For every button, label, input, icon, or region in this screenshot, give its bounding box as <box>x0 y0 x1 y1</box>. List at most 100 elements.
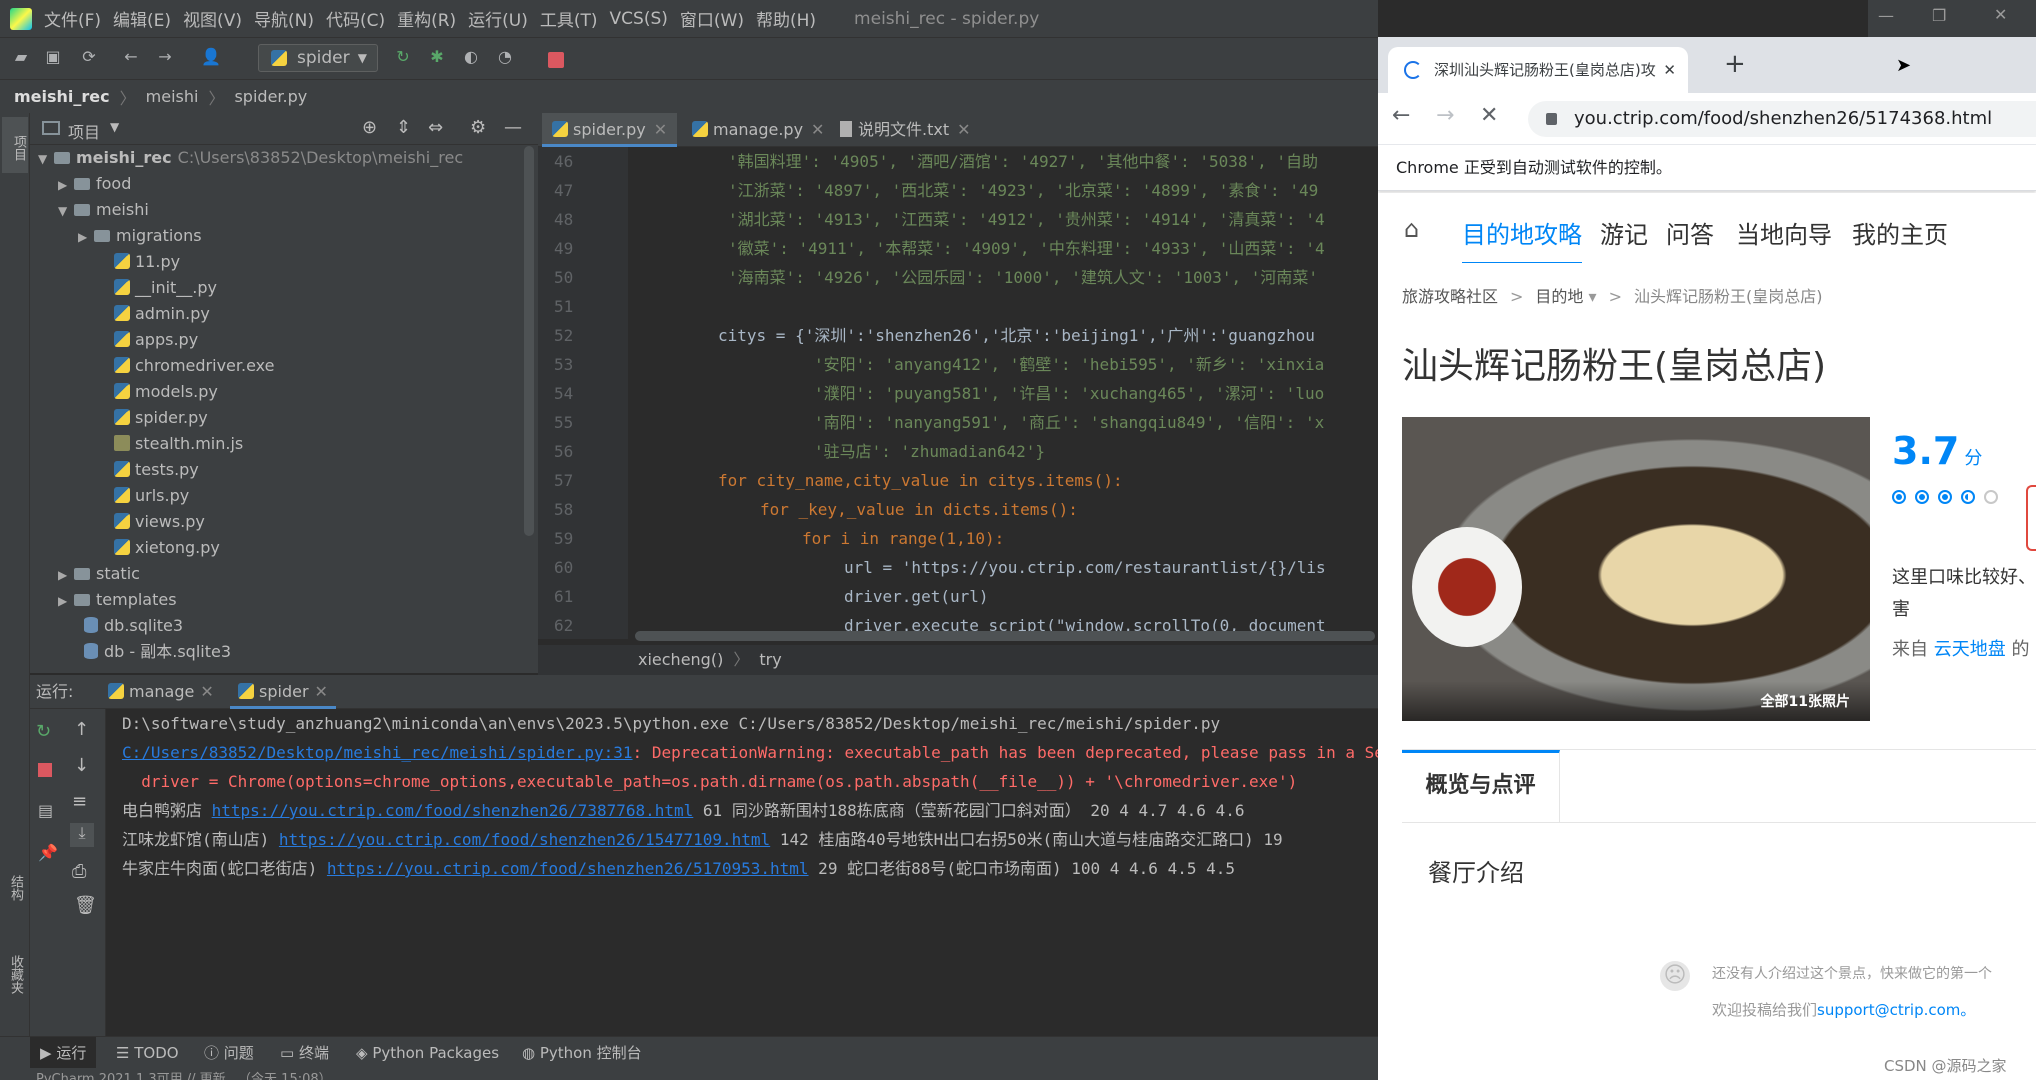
project-view-selector[interactable]: 项目 <box>68 119 100 143</box>
tab-readme-txt[interactable]: 说明文件.txt ✕ <box>830 113 981 147</box>
nav-crumb-package[interactable]: meishi <box>146 87 199 106</box>
run-configuration-select[interactable]: spider ▼ <box>258 44 378 72</box>
breadcrumb-destination[interactable]: 目的地 <box>1535 287 1583 306</box>
scroll-to-end-icon[interactable]: ⤓ <box>70 823 94 847</box>
menu-edit[interactable]: 编辑(E) <box>113 6 171 31</box>
close-icon[interactable]: ✕ <box>200 682 213 701</box>
menu-run[interactable]: 运行(U) <box>468 6 528 31</box>
tool-tab-todo[interactable]: ☰ TODO <box>116 1037 179 1069</box>
code-crumb-block[interactable]: try <box>759 650 781 669</box>
run-console-output[interactable]: D:\software\study_anzhuang2\miniconda\an… <box>106 709 1378 1036</box>
tree-item-food[interactable]: ▶ food <box>58 171 131 197</box>
menu-tools[interactable]: 工具(T) <box>540 6 598 31</box>
open-folder-icon[interactable]: ▰ <box>10 46 32 68</box>
rerun-icon[interactable]: ↻ <box>36 721 51 742</box>
restore-icon[interactable]: ❐ <box>1932 6 1946 25</box>
close-icon[interactable]: ✕ <box>1663 47 1676 93</box>
code-editor[interactable]: '韩国料理': '4905', '酒吧/酒馆': '4927', '其他中餐':… <box>628 147 1378 639</box>
forward-icon[interactable]: → <box>154 46 176 68</box>
console-url-link[interactable]: https://you.ctrip.com/food/shenzhen26/73… <box>212 801 694 820</box>
nav-travel-notes[interactable]: 游记 <box>1600 215 1648 250</box>
tree-item-file[interactable]: xietong.py <box>114 535 220 561</box>
side-widget[interactable] <box>2026 485 2036 551</box>
back-icon[interactable]: ← <box>1392 103 1410 128</box>
menu-file[interactable]: 文件(F) <box>44 6 101 31</box>
close-icon[interactable]: ✕ <box>957 120 970 139</box>
tab-overview-reviews[interactable]: 概览与点评 <box>1402 750 1560 822</box>
restaurant-photo[interactable]: 全部11张照片 <box>1402 417 1870 721</box>
menu-code[interactable]: 代码(C) <box>326 6 385 31</box>
pin-icon[interactable]: 📌 <box>38 843 58 862</box>
nav-destination-guide[interactable]: 目的地攻略 <box>1462 215 1582 265</box>
tool-tab-python-packages[interactable]: ◈ Python Packages <box>356 1037 499 1069</box>
project-tool-button[interactable]: 项目 <box>2 117 28 173</box>
gear-icon[interactable]: ⚙ <box>470 117 486 138</box>
tree-item-templates[interactable]: ▶ templates <box>58 587 177 613</box>
menu-navigate[interactable]: 导航(N) <box>254 6 314 31</box>
tool-tab-python-console[interactable]: ◍ Python 控制台 <box>522 1037 642 1069</box>
tree-item-file[interactable]: urls.py <box>114 483 189 509</box>
email-link[interactable]: support@ctrip.com。 <box>1817 1001 1975 1019</box>
tree-item-static[interactable]: ▶ static <box>58 561 140 587</box>
menu-window[interactable]: 窗口(W) <box>680 6 744 31</box>
forward-icon[interactable]: → <box>1436 103 1454 128</box>
minimize-icon[interactable]: — <box>1878 6 1894 25</box>
save-icon[interactable]: ▣ <box>42 46 64 68</box>
profile-icon[interactable]: ◔ <box>494 46 516 68</box>
debug-icon[interactable]: ✱ <box>426 46 448 68</box>
stop-icon[interactable] <box>38 763 52 777</box>
console-file-link[interactable]: C:/Users/83852/Desktop/meishi_rec/meishi… <box>122 743 633 762</box>
tool-tab-problems[interactable]: ⓘ 问题 <box>204 1037 254 1069</box>
tree-item-migrations[interactable]: ▶ migrations <box>78 223 202 249</box>
structure-tool-button[interactable]: 结构 <box>6 875 25 901</box>
home-icon[interactable]: ⌂ <box>1404 215 1419 243</box>
tool-tab-run[interactable]: ▶ 运行 <box>30 1037 97 1069</box>
menu-view[interactable]: 视图(V) <box>183 6 242 31</box>
tree-item-file[interactable]: apps.py <box>114 327 198 353</box>
close-icon[interactable]: ✕ <box>315 682 328 701</box>
expand-all-icon[interactable]: ⇕ <box>396 117 411 138</box>
tree-item-file[interactable]: stealth.min.js <box>114 431 243 457</box>
breadcrumb-community[interactable]: 旅游攻略社区 <box>1402 287 1498 306</box>
project-tree-scrollbar[interactable] <box>524 146 534 536</box>
tree-item-file[interactable]: spider.py <box>114 405 208 431</box>
tree-item-file[interactable]: db.sqlite3 <box>84 613 183 639</box>
console-url-link[interactable]: https://you.ctrip.com/food/shenzhen26/51… <box>327 859 809 878</box>
user-icon[interactable]: 👤 <box>200 46 222 68</box>
editor-horizontal-scrollbar[interactable] <box>635 631 1375 641</box>
scroll-down-icon[interactable]: ↓ <box>74 755 89 776</box>
nav-local-guide[interactable]: 当地向导 <box>1736 215 1832 250</box>
trash-icon[interactable]: 🗑 <box>74 895 97 916</box>
tree-item-file[interactable]: admin.py <box>114 301 210 327</box>
menu-refactor[interactable]: 重构(R) <box>397 6 456 31</box>
nav-crumb-project[interactable]: meishi_rec <box>14 87 110 106</box>
menu-help[interactable]: 帮助(H) <box>756 6 816 31</box>
nav-crumb-file[interactable]: spider.py <box>234 87 307 106</box>
address-bar[interactable]: you.ctrip.com/food/shenzhen26/5174368.ht… <box>1528 101 2036 137</box>
tool-tab-terminal[interactable]: ▭ 终端 <box>280 1037 329 1069</box>
back-icon[interactable]: ← <box>120 46 142 68</box>
stop-loading-icon[interactable]: ✕ <box>1480 103 1498 128</box>
tree-item-file[interactable]: chromedriver.exe <box>114 353 274 379</box>
nav-qa[interactable]: 问答 <box>1666 215 1714 250</box>
print-icon[interactable]: ⎙ <box>72 861 86 882</box>
close-icon[interactable]: ✕ <box>654 120 667 139</box>
close-icon[interactable]: ✕ <box>811 120 824 139</box>
layout-icon[interactable]: ▤ <box>38 801 53 820</box>
tree-item-file[interactable]: 11.py <box>114 249 180 275</box>
collapse-all-icon[interactable]: ⇔ <box>428 117 443 138</box>
rerun-icon[interactable]: ↻ <box>392 46 414 68</box>
chevron-down-icon[interactable]: ▼ <box>110 120 119 134</box>
stop-icon[interactable] <box>548 52 564 68</box>
coverage-icon[interactable]: ◐ <box>460 46 482 68</box>
nav-my-home[interactable]: 我的主页 <box>1852 215 1948 250</box>
scroll-up-icon[interactable]: ↑ <box>74 719 89 740</box>
tree-item-file[interactable]: tests.py <box>114 457 199 483</box>
tree-item-file[interactable]: db - 副本.sqlite3 <box>84 639 231 665</box>
tree-item-root[interactable]: ▼ meishi_rec C:\Users\83852\Desktop\meishi… <box>38 145 463 171</box>
review-user-link[interactable]: 云天地盘 <box>1934 639 2006 660</box>
run-tab-manage[interactable]: manage ✕ <box>100 675 222 709</box>
hide-panel-icon[interactable]: — <box>504 117 522 138</box>
tree-item-file[interactable]: __init__.py <box>114 275 217 301</box>
favorites-tool-button[interactable]: 收藏夹 <box>6 955 25 994</box>
